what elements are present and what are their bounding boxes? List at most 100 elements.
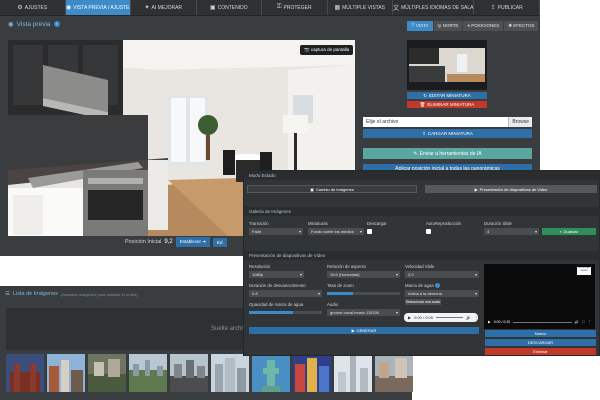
thumbnails-select[interactable]: Fondo sobre los medios ▾	[308, 228, 364, 235]
audio-progress[interactable]	[435, 317, 464, 318]
video-header-text: Presentación de diapositivas de Video	[249, 253, 326, 258]
duration-select[interactable]: 4 ▾	[484, 228, 539, 235]
initial-position-row: Posición Inicial 9,2 Establecer ➜ Ed	[125, 237, 227, 247]
image-thumbnail[interactable]	[375, 354, 413, 392]
download-checkbox[interactable]	[367, 229, 372, 234]
tab-multiple-vistas[interactable]: ▦ MÚLTIPLE VISTAS	[328, 0, 393, 15]
image-thumbnail[interactable]	[170, 354, 208, 392]
edit-position-button[interactable]: Ed	[213, 237, 227, 247]
thumbnail-image	[407, 40, 487, 90]
sparkle-icon: ✺	[508, 23, 513, 28]
watermark-select[interactable]: Arriba a la derecha ▾	[405, 290, 479, 297]
generate-label: GENERAR	[356, 328, 377, 333]
opacity-slider-fill	[249, 311, 293, 314]
video-time: 0:00 / 0:20	[493, 320, 511, 324]
save-button[interactable]: ▪ Guardar	[542, 228, 596, 235]
capture-button[interactable]: 📷 captura de pantalla	[300, 45, 354, 55]
compass-icon: ◎	[437, 23, 442, 28]
view-tab-posiciones[interactable]: ⌖ POSICIONES	[463, 21, 504, 31]
generate-button[interactable]: ▶ GENERAR	[249, 327, 479, 334]
video-player[interactable]: GOOD DAY VISION ▶ 0:00 / 0:20 🔊 ⛶ ⋮	[484, 264, 595, 329]
video-slideshow-mode-button[interactable]: ▶ Presentación de diapositivas de Video	[425, 185, 597, 193]
upload-thumbnail-label: CARGAR MINIATURA	[427, 131, 473, 136]
image-thumbnail[interactable]	[334, 354, 372, 392]
send-to-ai-button[interactable]: ✎ Enviar a herramientas de IA	[363, 148, 532, 159]
select-watermark-button[interactable]: Seleccionar una audio	[405, 299, 441, 305]
view-tab-norte[interactable]: ◎ NORTE	[433, 21, 463, 31]
aspect-select[interactable]: 16:9 (Horizontal) ▾	[327, 271, 400, 278]
download-video-button[interactable]: DESCARGAR	[485, 339, 596, 346]
thumbnails-value: Fondo sobre los medios	[311, 229, 354, 234]
delete-thumbnail-label: ELIMINAR MINIATURA	[427, 102, 475, 107]
fullscreen-icon[interactable]: ⛶	[582, 320, 584, 324]
tab-label: AI MEJORAR	[151, 4, 183, 11]
capture-label: captura de pantalla	[310, 47, 350, 52]
watermark-label: Marca de agua	[405, 283, 434, 288]
image-thumbnail[interactable]	[293, 354, 331, 392]
view-tab-vista[interactable]: ⤧ VISTA	[407, 21, 433, 31]
play-icon[interactable]: ▶	[408, 315, 411, 320]
new-button[interactable]: Nuevo	[485, 330, 596, 337]
tab-contenido[interactable]: ▣ CONTENIDO	[197, 0, 262, 15]
transition-duration-value: 0.8	[252, 291, 258, 296]
chevron-down-icon: ▾	[474, 272, 477, 277]
edit-thumbnail-button[interactable]: ↻ EDITAR MINIATURA	[407, 92, 487, 99]
opacity-slider[interactable]	[249, 311, 322, 314]
more-icon[interactable]: ⋮	[474, 315, 478, 320]
tab-label: MÚLTIPLES IDIOMAS DE SALA	[401, 4, 474, 11]
tab-idiomas[interactable]: 文 MÚLTIPLES IDIOMAS DE SALA	[393, 0, 475, 15]
transition-duration-select[interactable]: 0.8 ▾	[249, 290, 322, 297]
zoom-slider[interactable]	[327, 292, 400, 295]
tab-proteger[interactable]: ⚿ PROTEGER	[262, 0, 328, 15]
tab-ajustes[interactable]: ⚙ AJUSTES	[0, 0, 66, 15]
info-icon[interactable]	[435, 283, 440, 288]
resolution-value: 1080p	[252, 272, 264, 277]
image-list-subtitle: (Arrastrar imágenes para cambiar el orde…	[60, 291, 138, 297]
info-icon[interactable]: i	[53, 21, 60, 27]
volume-icon[interactable]: 🔊	[575, 320, 579, 324]
transition-value: Fade	[252, 229, 262, 234]
image-thumbnail[interactable]	[129, 354, 167, 392]
video-progress[interactable]	[513, 321, 572, 323]
image-thumbnail[interactable]	[252, 354, 290, 392]
select-watermark-label: Seleccionar una audio	[405, 300, 441, 304]
duration-value: 4	[487, 229, 490, 234]
image-thumbnail[interactable]	[6, 354, 44, 392]
image-list-title-text: Lista de Imágenes	[12, 291, 58, 297]
image-thumbnail[interactable]	[47, 354, 85, 392]
tab-publicar[interactable]: ⇪ PUBLICAR	[474, 0, 540, 15]
tab-label: AJUSTES	[24, 4, 48, 11]
image-thumbnail[interactable]	[211, 354, 249, 392]
tab-ai-mejorar[interactable]: ✦ AI MEJORAR	[131, 0, 197, 15]
view-tab-efectos[interactable]: ✺ EFECTOS	[504, 21, 539, 31]
image-change-mode-button[interactable]: ▣ Cambio de Imágenes	[247, 185, 417, 193]
magic-icon: ✦	[144, 5, 150, 11]
browse-button[interactable]: Browse	[508, 117, 532, 127]
audio-player[interactable]: ▶ 0:00 / 0:05 🔊 ⋮	[404, 313, 478, 322]
chevron-down-icon: ▾	[395, 272, 398, 277]
fps-select[interactable]: 2.0 ▾	[405, 271, 479, 278]
more-icon[interactable]: ⋮	[588, 320, 592, 324]
volume-icon[interactable]: 🔊	[466, 315, 471, 320]
main-tab-bar: ⚙ AJUSTES ◉ VISTA PREVIA / AJUSTE ✦ AI MEJO…	[0, 0, 540, 16]
tab-vista-previa[interactable]: ◉ VISTA PREVIA / AJUSTE	[65, 0, 131, 15]
upload-icon: ⇪	[422, 130, 426, 136]
zoom-slider-fill	[327, 292, 353, 295]
watermark-value: Arriba a la derecha	[408, 291, 442, 296]
thumbnail-image	[6, 354, 44, 392]
upload-thumbnail-button[interactable]: ⇪ CARGAR MINIATURA	[363, 129, 532, 138]
image-thumbnail[interactable]	[88, 354, 126, 392]
audio-select[interactable]: groove-vocal-music-115330 ▾	[327, 309, 400, 316]
transition-select[interactable]: Fade ▾	[249, 228, 303, 235]
autoplay-checkbox[interactable]	[426, 229, 431, 234]
play-icon[interactable]: ▶	[488, 320, 491, 324]
delete-thumbnail-button[interactable]: 🗑 ELIMINAR MINIATURA	[407, 101, 487, 108]
video-controls: ▶ 0:00 / 0:20 🔊 ⛶ ⋮	[488, 319, 591, 325]
establecer-button[interactable]: Establecer ➜	[175, 237, 211, 247]
upload-icon: ⇪	[490, 5, 496, 11]
resolution-select[interactable]: 1080p ▾	[249, 271, 304, 278]
transition-duration-label: Duración de desvanecimiento	[249, 283, 306, 288]
delete-video-button[interactable]: Eliminar	[485, 348, 596, 355]
thumbnail-file-input[interactable]: Elije el archivo Browse	[363, 117, 532, 127]
video-header: Presentación de diapositivas de Video	[244, 251, 600, 260]
